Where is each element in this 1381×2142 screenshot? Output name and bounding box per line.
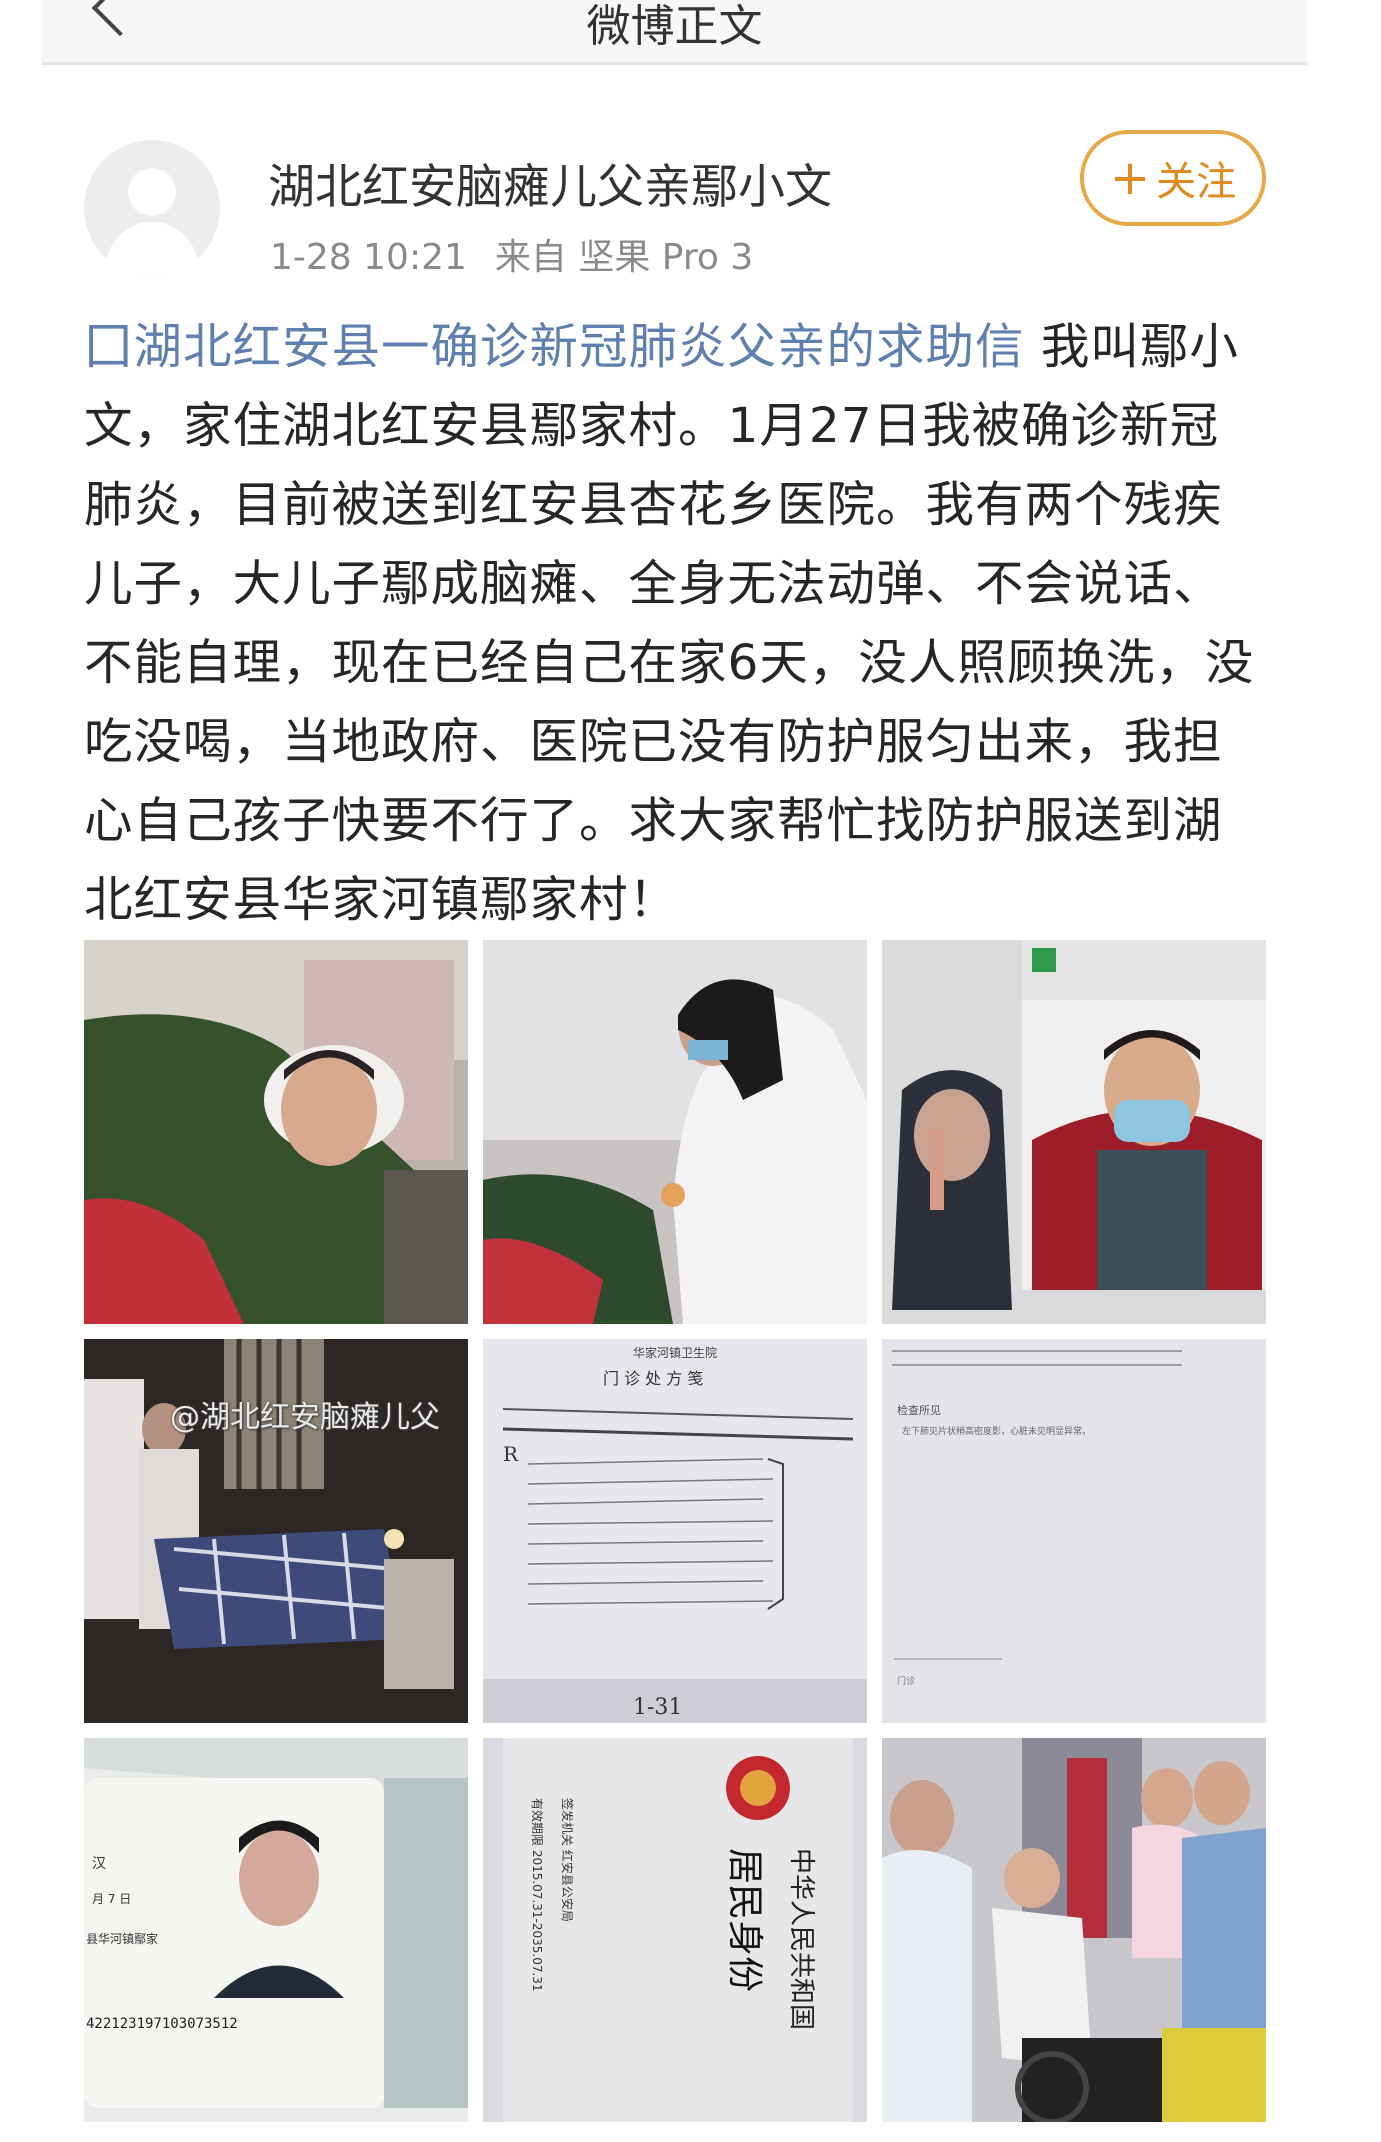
weibo-watermark: @湖北红安脑瘫儿父 xyxy=(170,1400,440,1435)
post-body-text: 我叫鄢小文，家住湖北红安县鄢家村。1月27日我被确诊新冠肺炎，目前被送到红安县杏… xyxy=(84,319,1255,928)
photo-boy-in-bed[interactable] xyxy=(84,940,468,1324)
photo-prescription-slip[interactable]: 华家河镇卫生院 门 诊 处 方 笺 R 1-31 xyxy=(483,1339,867,1723)
follow-label: 关注 xyxy=(1156,159,1237,205)
post-meta: 1-28 10:21 来自 坚果 Pro 3 xyxy=(270,228,781,280)
prescription-title: 门 诊 处 方 笺 xyxy=(603,1369,703,1388)
avatar-body-shape xyxy=(106,222,198,276)
plus-icon: + xyxy=(1109,150,1151,206)
prescription-header: 华家河镇卫生院 xyxy=(633,1345,717,1360)
id-address: 县华河镇鄢家 xyxy=(86,1931,158,1946)
photo-id-card-front[interactable]: 汉 月 7 日 县华河镇鄢家 422123197103073512 xyxy=(84,1738,468,2122)
follow-button[interactable]: + 关注 xyxy=(1080,130,1266,226)
photo-doctor-visit[interactable] xyxy=(483,940,867,1324)
id-back-validity: 有效期限 2015.07.31-2035.07.31 xyxy=(530,1798,545,1992)
rx-symbol: R xyxy=(503,1442,519,1466)
weibo-post-page: 微博正文 湖北红安脑瘫儿父亲鄢小文 1-28 10:21 来自 坚果 Pro 3 … xyxy=(0,0,1381,2142)
id-back-title: 中华人民共和国 xyxy=(786,1848,816,2030)
id-back-subtitle: 居民身份 xyxy=(724,1848,765,1992)
top-nav-bar: 微博正文 xyxy=(42,0,1307,65)
date-handwriting: 1-31 xyxy=(633,1695,682,1720)
author-name[interactable]: 湖北红安脑瘫儿父亲鄢小文 xyxy=(268,148,832,217)
record-line1: 检查所见 xyxy=(897,1403,941,1417)
photo-two-boys[interactable] xyxy=(882,940,1266,1324)
record-line2: 左下肺见片状稍高密度影，心脏未见明显异常。 xyxy=(902,1425,1091,1437)
avatar[interactable] xyxy=(84,140,220,276)
avatar-head-shape xyxy=(128,168,176,216)
topic-link[interactable]: 囗湖北红安县一确诊新冠肺炎父亲的求助信 xyxy=(84,319,1025,375)
post-body: 囗湖北红安县一确诊新冠肺炎父亲的求助信 我叫鄢小文，家住湖北红安县鄢家村。1月2… xyxy=(84,308,1264,940)
photo-crowd-wheelchair[interactable] xyxy=(882,1738,1266,2122)
record-sign: 门诊 xyxy=(897,1675,915,1687)
photo-id-card-back[interactable]: 中华人民共和国 居民身份 签发机关 红安县公安局 有效期限 2015.07.31… xyxy=(483,1738,867,2122)
nav-title: 微博正文 xyxy=(586,1,763,52)
post-time: 1-28 10:21 xyxy=(270,237,467,278)
photo-medical-record[interactable]: 检查所见 左下肺见片状稍高密度影，心脏未见明显异常。 门诊 xyxy=(882,1339,1266,1723)
photo-grid: 华家河镇卫生院 门 诊 处 方 笺 R 1-31 检查所见 左下肺见片状稍高密度… xyxy=(84,940,1266,2142)
post-source: 来自 坚果 Pro 3 xyxy=(494,237,754,278)
id-back-issuer: 签发机关 红安县公安局 xyxy=(560,1798,575,1922)
id-ethnic: 汉 xyxy=(92,1856,106,1872)
id-birth: 月 7 日 xyxy=(92,1892,131,1906)
id-number: 422123197103073512 xyxy=(86,2016,238,2032)
